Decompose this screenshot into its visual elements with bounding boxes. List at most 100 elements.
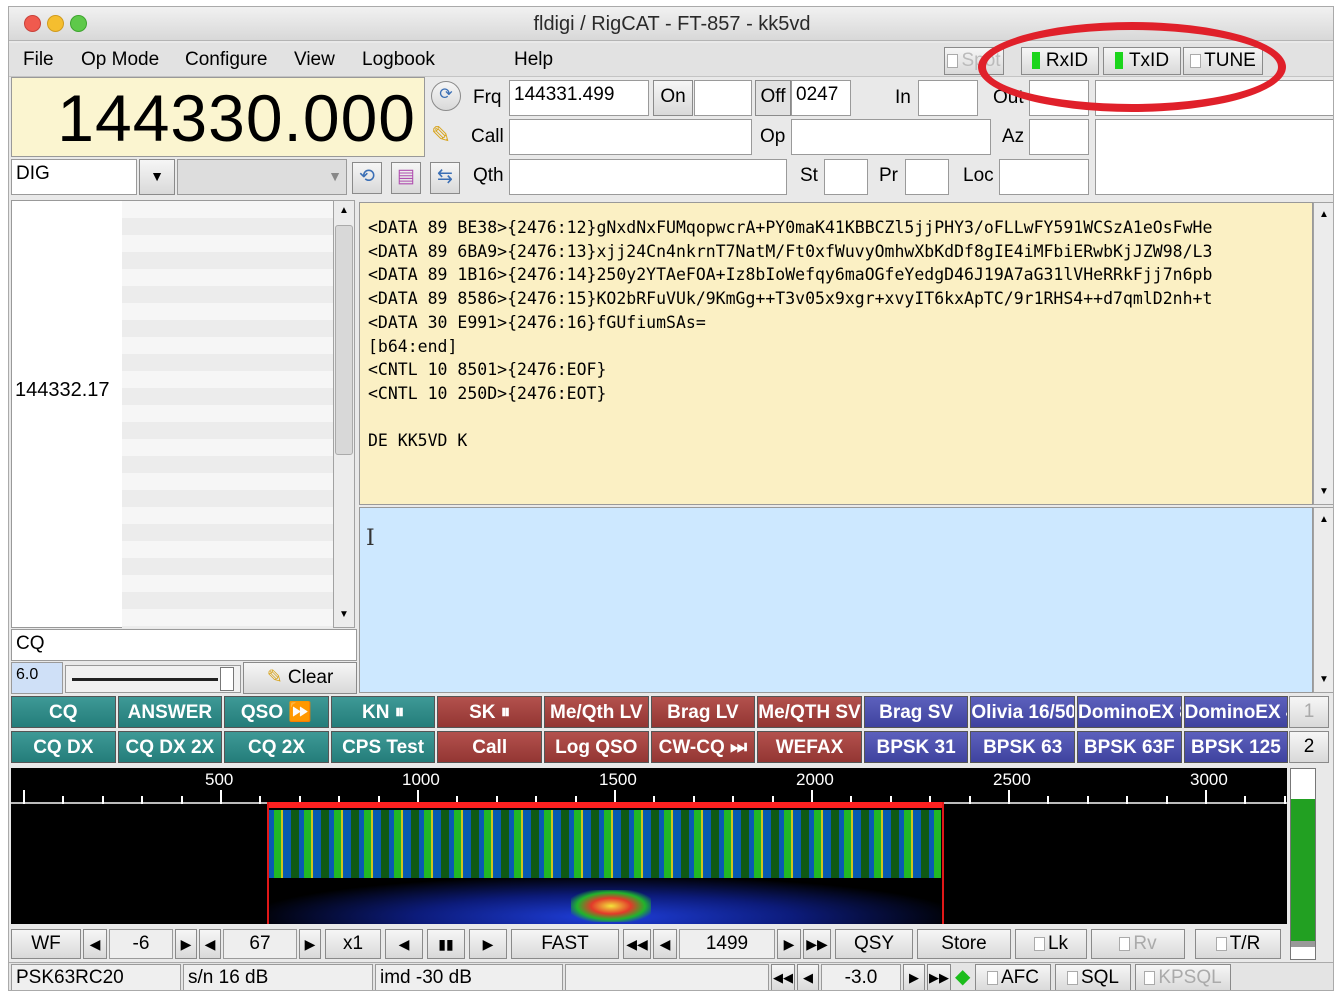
wf-mode-button[interactable]: WF [11, 929, 81, 959]
on-time-button[interactable]: On [653, 80, 693, 116]
menu-logbook[interactable]: Logbook [362, 49, 435, 71]
time-off-field[interactable]: 0247 [791, 80, 851, 116]
macro-button[interactable]: CQ [11, 696, 116, 728]
province-field[interactable] [905, 159, 949, 195]
tr-toggle[interactable]: T/R [1195, 929, 1281, 959]
scroll-up-arrow-icon[interactable]: ▲ [334, 201, 354, 223]
mode-select[interactable]: DIG [11, 159, 137, 195]
afc-left-button[interactable]: ◀ [797, 964, 819, 990]
macro-button[interactable]: DominoEX 8 [1077, 696, 1182, 728]
carrier-frequency[interactable]: 1499 [679, 929, 775, 959]
carrier-left-button[interactable]: ◀ [653, 929, 677, 959]
macro-button[interactable]: Brag LV [650, 696, 756, 728]
macro-button[interactable]: SK ⏸ [437, 696, 542, 728]
state-field[interactable] [824, 159, 868, 195]
macro-button[interactable]: CW-CQ ⏭ [650, 731, 756, 763]
macro-button[interactable]: DominoEX 4 [1183, 696, 1289, 728]
reverse-toggle[interactable]: Rv [1091, 929, 1185, 959]
scroll-down-arrow-icon[interactable]: ▼ [334, 605, 354, 627]
rig-control-icon[interactable]: ⟳ [431, 81, 461, 111]
mode-dropdown-button[interactable]: ▼ [139, 159, 175, 195]
macro-button[interactable]: Me/Qth LV [544, 696, 649, 728]
browser-search-field[interactable]: CQ [11, 629, 357, 661]
macro-button[interactable]: Me/QTH SV [757, 696, 862, 728]
call-field[interactable] [509, 119, 752, 155]
macro-set-2-button[interactable]: 2 [1289, 731, 1329, 763]
macro-button[interactable]: BPSK 125 [1183, 731, 1289, 763]
lock-toggle[interactable]: Lk [1015, 929, 1087, 959]
rst-in-field[interactable] [918, 80, 978, 116]
macro-set-1-button[interactable]: 1 [1289, 696, 1329, 728]
waterfall-display[interactable]: 500 1000 1500 2000 2500 3000 [11, 768, 1287, 924]
ref-decrease-button[interactable]: ◀ [83, 929, 107, 959]
macro-button[interactable]: CQ DX [11, 731, 116, 763]
wf-pause-button[interactable]: ▮▮ [427, 929, 465, 959]
range-decrease-button[interactable]: ◀ [199, 929, 221, 959]
carrier-right-button[interactable]: ▶ [777, 929, 801, 959]
macro-button[interactable]: WEFAX [757, 731, 862, 763]
wf-right-button[interactable]: ▶ [469, 929, 507, 959]
menu-help[interactable]: Help [514, 49, 553, 71]
range-increase-button[interactable]: ▶ [299, 929, 321, 959]
scroll-up-arrow-icon[interactable]: ▲ [1314, 510, 1333, 530]
wf-range[interactable]: 67 [223, 929, 297, 959]
wf-left-button[interactable]: ◀ [385, 929, 423, 959]
azimuth-field[interactable] [1029, 119, 1089, 155]
rx-scrollbar[interactable]: ▲ ▼ [1313, 202, 1333, 505]
broom-clear-icon[interactable]: ✎ [431, 121, 461, 155]
macro-button[interactable]: Call [437, 731, 542, 763]
afc-offset[interactable]: -3.0 [821, 964, 901, 990]
tx-scrollbar[interactable]: ▲ ▼ [1313, 507, 1333, 693]
rig-frequency-display[interactable]: 144330.000 [11, 77, 425, 157]
time-on-field[interactable] [694, 80, 752, 116]
macro-button[interactable]: BPSK 63 [970, 731, 1075, 763]
locator-field[interactable] [999, 159, 1089, 195]
ref-increase-button[interactable]: ▶ [175, 929, 197, 959]
macro-button[interactable]: Brag SV [863, 696, 969, 728]
macro-button[interactable]: Olivia 16/500 [970, 696, 1075, 728]
store-button[interactable]: Store [917, 929, 1011, 959]
afc-fast-left-button[interactable]: ◀◀ [771, 964, 795, 990]
rx-text-panel[interactable]: <DATA 89 BE38>{2476:12}gNxdNxFUMqopwcrA+… [359, 202, 1313, 505]
bandwidth-select[interactable]: ▼ [177, 159, 347, 195]
zoom-button[interactable]: x1 [325, 929, 381, 959]
refresh-list-icon[interactable]: ⟲ [352, 162, 382, 194]
wf-ref-level[interactable]: -6 [109, 929, 173, 959]
scroll-down-arrow-icon[interactable]: ▼ [1314, 482, 1333, 502]
menu-op-mode[interactable]: Op Mode [81, 49, 159, 71]
carrier-fast-right-button[interactable]: ▶▶ [803, 929, 831, 959]
afc-fast-right-button[interactable]: ▶▶ [927, 964, 951, 990]
frq-field[interactable]: 144331.499 [509, 80, 649, 116]
macro-button[interactable]: ANSWER [117, 696, 223, 728]
afc-right-button[interactable]: ▶ [903, 964, 925, 990]
qth-field[interactable] [509, 159, 787, 195]
macro-button[interactable]: CPS Test [330, 731, 436, 763]
scroll-up-arrow-icon[interactable]: ▲ [1314, 205, 1333, 225]
macro-button[interactable]: BPSK 63F [1077, 731, 1182, 763]
browser-scrollbar[interactable]: ▲ ▼ [333, 200, 355, 628]
qsy-button[interactable]: QSY [835, 929, 913, 959]
macro-button[interactable]: QSO ⏩ [224, 696, 329, 728]
off-time-button[interactable]: Off [755, 80, 791, 116]
qrz-lookup-icon[interactable]: ⇆ [430, 162, 460, 194]
op-name-field[interactable] [791, 119, 991, 155]
wf-speed-button[interactable]: FAST [511, 929, 619, 959]
signal-browser[interactable]: 144332.17 [11, 200, 333, 628]
slider-thumb[interactable] [220, 667, 234, 691]
status-mode[interactable]: PSK63RC20 [11, 964, 181, 990]
macro-button[interactable]: CQ 2X [224, 731, 329, 763]
carrier-fast-left-button[interactable]: ◀◀ [623, 929, 651, 959]
macro-button[interactable]: KN ⏸ [330, 696, 436, 728]
macro-button[interactable]: Log QSO [544, 731, 649, 763]
kpsql-toggle[interactable]: KPSQL [1135, 964, 1231, 990]
menu-file[interactable]: File [23, 49, 54, 71]
macro-button[interactable]: BPSK 31 [863, 731, 969, 763]
notebook-icon[interactable]: ▤ [391, 162, 421, 194]
clear-browser-button[interactable]: ✎ Clear [243, 662, 357, 694]
menu-configure[interactable]: Configure [185, 49, 267, 71]
tx-text-panel[interactable]: I [359, 507, 1313, 693]
afc-toggle[interactable]: AFC [975, 964, 1051, 990]
scroll-thumb[interactable] [335, 225, 353, 455]
macro-button[interactable]: CQ DX 2X [117, 731, 223, 763]
menu-view[interactable]: View [294, 49, 335, 71]
